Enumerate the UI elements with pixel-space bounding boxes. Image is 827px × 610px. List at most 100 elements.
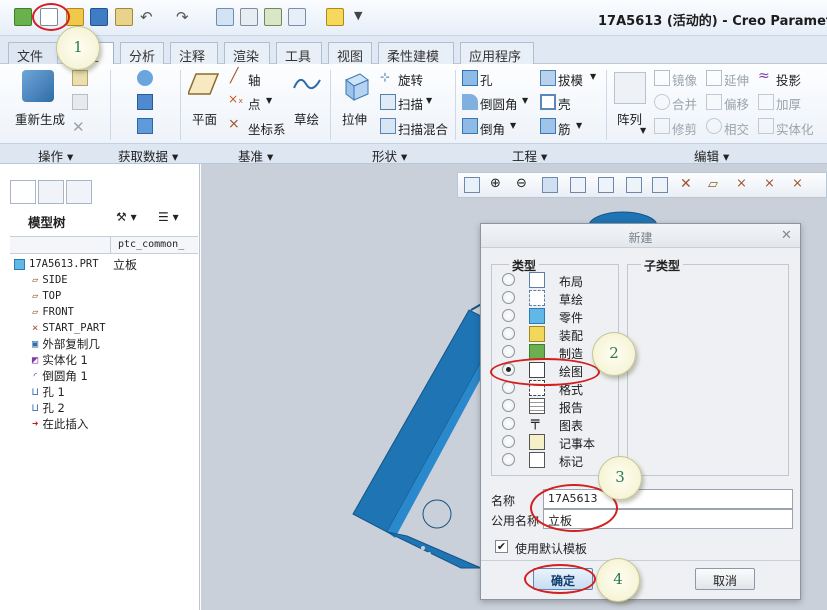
pattern-label[interactable]: 阵列 xyxy=(617,109,642,128)
group-editing[interactable]: 编辑 ▾ xyxy=(694,146,729,165)
tab-render[interactable]: 渲染 xyxy=(224,42,270,65)
edit-icon[interactable] xyxy=(240,8,258,26)
shell-label[interactable]: 壳 xyxy=(558,94,571,113)
switch-window-icon[interactable] xyxy=(264,8,282,26)
round-dropdown-icon[interactable]: ▼ xyxy=(522,96,528,105)
tree-item[interactable]: ⨯ START_PART xyxy=(32,320,106,336)
tree-item[interactable]: ◜ 倒圆角 1 xyxy=(32,368,88,384)
tab-folder-browser[interactable] xyxy=(38,180,64,204)
copy-icon[interactable] xyxy=(72,70,88,86)
draft-dropdown-icon[interactable]: ▼ xyxy=(590,72,596,81)
sketch-icon[interactable] xyxy=(292,72,322,96)
save-icon[interactable] xyxy=(90,8,108,26)
swept-blend-label[interactable]: 扫描混合 xyxy=(398,119,448,138)
undo-icon[interactable]: ↶ xyxy=(140,8,153,26)
extrude-icon[interactable] xyxy=(340,70,370,102)
type-radio-layout[interactable] xyxy=(502,273,515,286)
copy-geometry-icon[interactable] xyxy=(137,94,153,110)
type-radio-notebook[interactable] xyxy=(502,435,515,448)
rib-label[interactable]: 筋 xyxy=(558,119,571,138)
tree-settings-icon[interactable]: ⚒ ▾ xyxy=(116,210,142,228)
intersect-label[interactable]: 相交 xyxy=(724,119,749,138)
merge-label[interactable]: 合并 xyxy=(672,94,697,113)
sweep-label[interactable]: 扫描 xyxy=(398,94,423,113)
project-label[interactable]: 投影 xyxy=(776,70,801,89)
regenerate-icon[interactable] xyxy=(22,70,54,102)
mirror-label[interactable]: 镜像 xyxy=(672,70,697,89)
tab-model-tree[interactable] xyxy=(10,180,36,204)
type-radio-markup[interactable] xyxy=(502,453,515,466)
hole-label[interactable]: 孔 xyxy=(480,70,493,89)
customize-toolbar-icon[interactable]: ▼ xyxy=(354,9,362,22)
tree-item[interactable]: ⊔ 孔 1 xyxy=(32,384,65,400)
tree-root[interactable]: 17A5613.PRT xyxy=(14,256,99,272)
regen-manager-icon[interactable] xyxy=(216,8,234,26)
round-label[interactable]: 倒圆角 xyxy=(480,94,518,113)
plane-icon[interactable] xyxy=(188,72,220,96)
tree-item[interactable]: ▱ FRONT xyxy=(32,304,74,320)
sketch-label[interactable]: 草绘 xyxy=(294,109,319,128)
windows-icon[interactable] xyxy=(288,8,306,26)
trim-label[interactable]: 修剪 xyxy=(672,119,697,138)
pattern-icon[interactable] xyxy=(614,72,646,104)
chamfer-label[interactable]: 倒角 xyxy=(480,119,505,138)
tab-favorites[interactable] xyxy=(66,180,92,204)
tab-tools[interactable]: 工具 xyxy=(276,42,322,65)
solidify-label[interactable]: 实体化 xyxy=(776,119,814,138)
regenerate-label[interactable]: 重新生成 xyxy=(15,109,65,128)
cancel-button[interactable]: 取消 xyxy=(695,568,755,590)
close-window-icon[interactable] xyxy=(326,8,344,26)
plane-label[interactable]: 平面 xyxy=(192,109,217,128)
tab-annotate[interactable]: 注释 xyxy=(170,42,218,65)
tree-item[interactable]: ➜ 在此插入 xyxy=(32,416,88,432)
type-radio-report[interactable] xyxy=(502,399,515,412)
extrude-label[interactable]: 拉伸 xyxy=(342,109,367,128)
type-radio-part[interactable] xyxy=(502,309,515,322)
tree-columns-icon[interactable]: ☰ ▾ xyxy=(158,210,192,228)
tab-applications[interactable]: 应用程序 xyxy=(460,42,534,65)
tree-item[interactable]: ◩ 实体化 1 xyxy=(32,352,88,368)
assembly-icon xyxy=(529,326,545,342)
point-dropdown-icon[interactable]: ▼ xyxy=(266,96,272,105)
close-icon[interactable]: ✕ xyxy=(781,228,792,243)
tree-item[interactable]: ▣ 外部复制几 xyxy=(32,336,100,352)
tree-column-header[interactable]: ptc_common_ xyxy=(118,239,184,250)
group-datum[interactable]: 基准 ▾ xyxy=(238,146,273,165)
tree-item[interactable]: ⊔ 孔 2 xyxy=(32,400,65,416)
group-shapes[interactable]: 形状 ▾ xyxy=(372,146,407,165)
rib-dropdown-icon[interactable]: ▼ xyxy=(576,121,582,130)
user-defined-feature-icon[interactable] xyxy=(137,70,153,86)
tab-file[interactable]: 文件 ▾ xyxy=(8,42,58,80)
tree-item[interactable]: ▱ SIDE xyxy=(32,272,68,288)
tab-analysis[interactable]: 分析 xyxy=(120,42,164,65)
delete-icon[interactable]: ✕ xyxy=(72,118,85,136)
group-engineering[interactable]: 工程 ▾ xyxy=(512,146,547,165)
type-radio-assembly[interactable] xyxy=(502,327,515,340)
tab-view[interactable]: 视图 xyxy=(328,42,372,65)
shrinkwrap-icon[interactable] xyxy=(137,118,153,134)
app-icon[interactable] xyxy=(14,8,32,26)
type-label-assembly: 装配 xyxy=(559,329,584,343)
regenerate-icon[interactable] xyxy=(115,8,133,26)
group-get-data[interactable]: 获取数据 ▾ xyxy=(118,146,178,165)
default-template-checkbox[interactable]: ✔ xyxy=(495,540,508,553)
type-radio-sketch[interactable] xyxy=(502,291,515,304)
point-label[interactable]: 点 xyxy=(248,94,261,113)
thicken-label[interactable]: 加厚 xyxy=(776,94,801,113)
revolve-label[interactable]: 旋转 xyxy=(398,70,423,89)
group-operations[interactable]: 操作 ▾ xyxy=(38,146,73,165)
offset-label[interactable]: 偏移 xyxy=(724,94,749,113)
chamfer-dropdown-icon[interactable]: ▼ xyxy=(510,121,516,130)
type-radio-diagram[interactable] xyxy=(502,417,515,430)
extend-label[interactable]: 延伸 xyxy=(724,70,749,89)
paste-icon[interactable] xyxy=(72,94,88,110)
csys-label[interactable]: 坐标系 xyxy=(248,119,286,138)
tree-item[interactable]: ▱ TOP xyxy=(32,288,61,304)
pattern-dropdown-icon[interactable]: ▼ xyxy=(640,126,646,135)
sweep-dropdown-icon[interactable]: ▼ xyxy=(426,96,432,105)
type-radio-manufacturing[interactable] xyxy=(502,345,515,358)
axis-label[interactable]: 轴 xyxy=(248,70,261,89)
redo-icon[interactable]: ↷ xyxy=(176,8,189,26)
draft-label[interactable]: 拔模 xyxy=(558,70,583,89)
tab-flexible-modeling[interactable]: 柔性建模 xyxy=(378,42,454,65)
